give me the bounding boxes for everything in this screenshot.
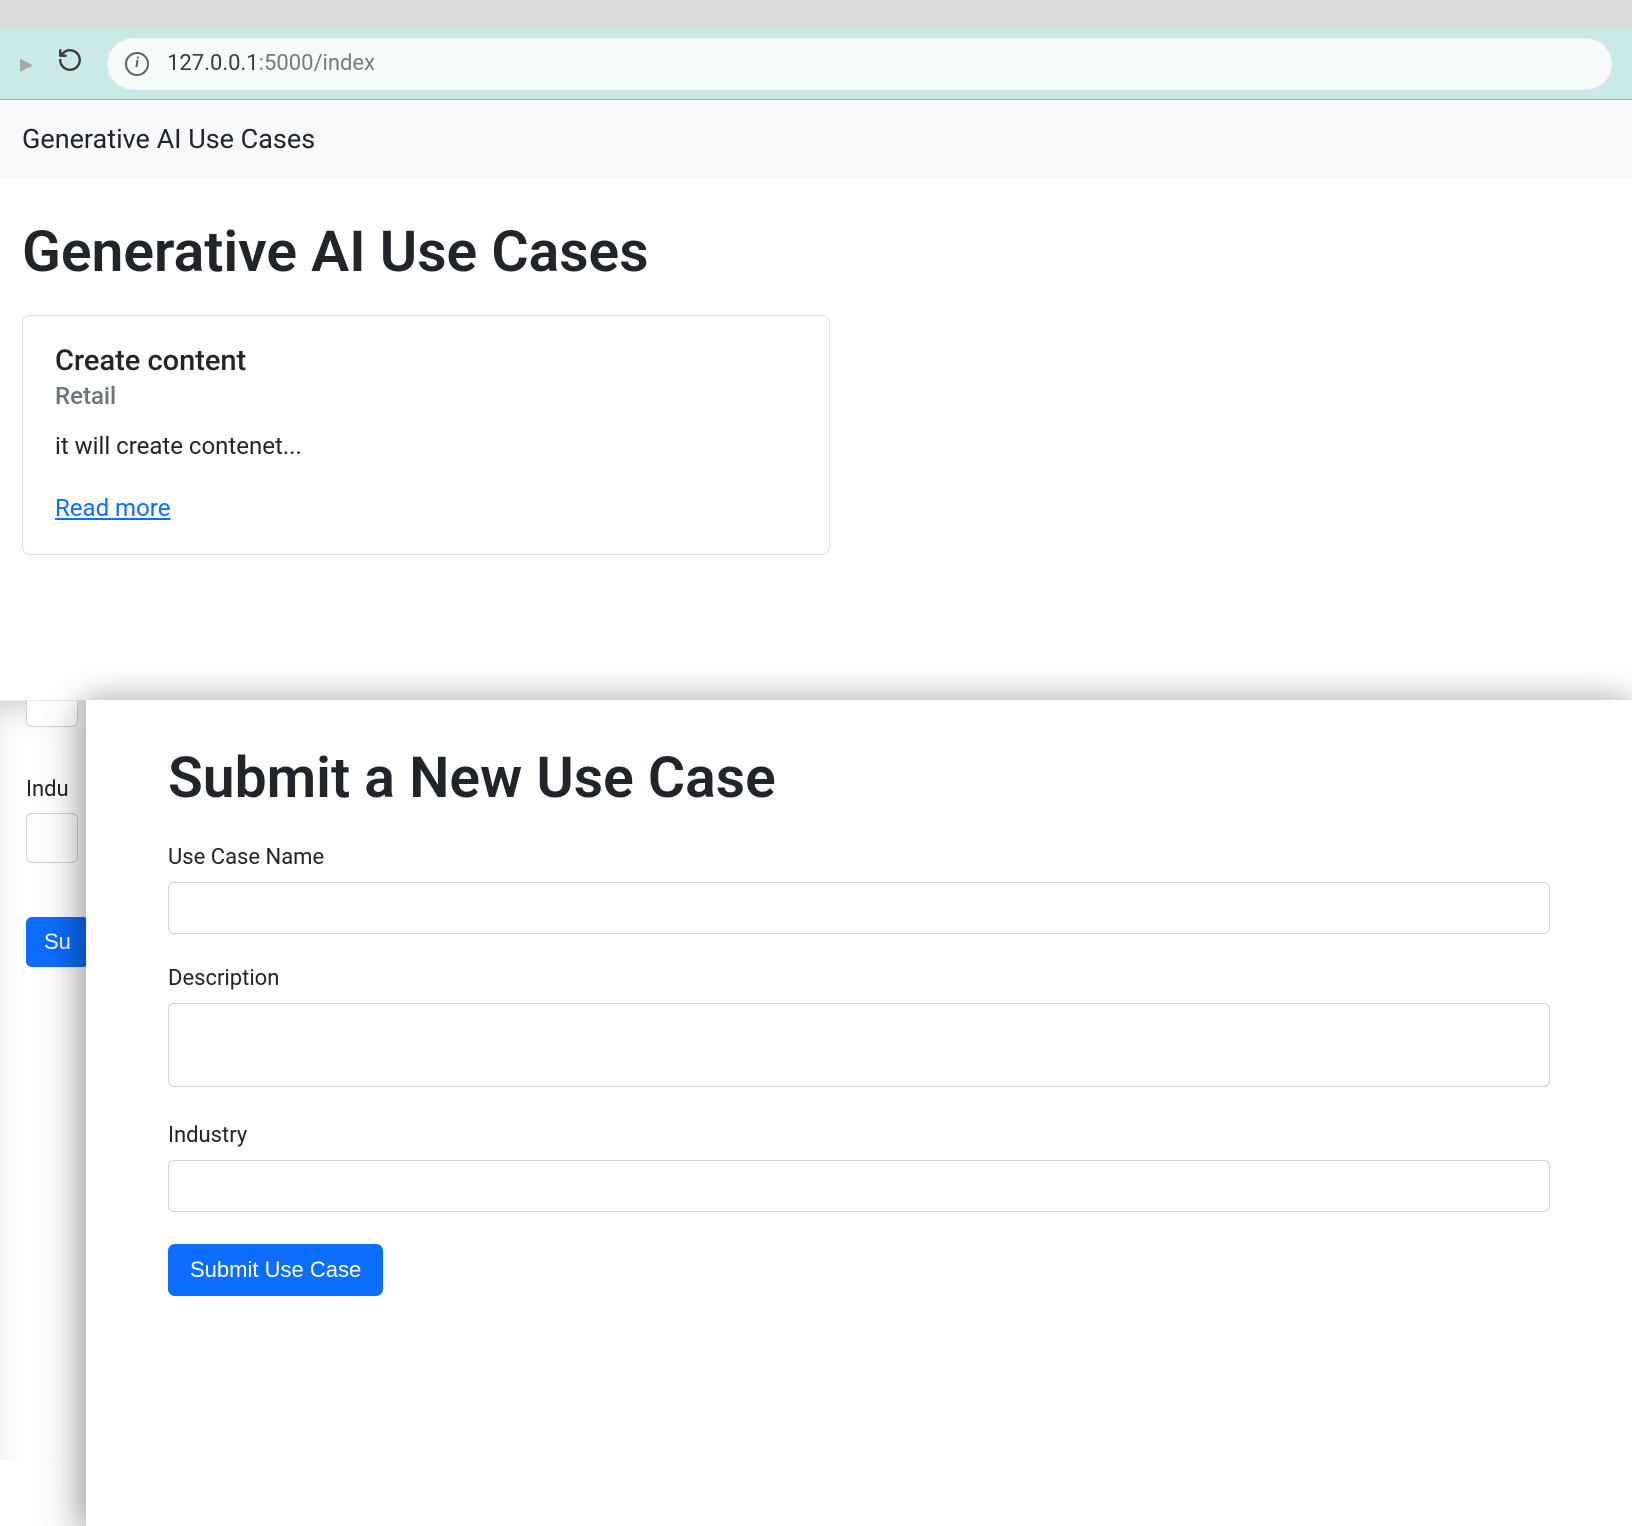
- reload-icon[interactable]: [57, 47, 83, 80]
- submit-use-case-panel: Submit a New Use Case Use Case Name Desc…: [86, 700, 1632, 1526]
- description-label: Description: [168, 966, 1550, 991]
- address-bar[interactable]: i 127.0.0.1:5000/index: [107, 38, 1612, 90]
- card-subtitle: Retail: [55, 382, 797, 410]
- name-input[interactable]: [168, 882, 1550, 934]
- read-more-link[interactable]: Read more: [55, 494, 170, 522]
- background-input-fragment-top: [26, 701, 78, 727]
- page-content: Generative AI Use Cases Create content R…: [0, 178, 1632, 577]
- site-info-icon[interactable]: i: [125, 52, 149, 76]
- url-host: 127.0.0.1: [167, 51, 259, 76]
- back-arrow-icon[interactable]: ▸: [20, 49, 33, 79]
- form-group-industry: Industry: [168, 1123, 1550, 1212]
- card-text: it will create contenet...: [55, 432, 797, 460]
- card-title: Create content: [55, 344, 797, 378]
- use-case-card: Create content Retail it will create con…: [22, 315, 830, 555]
- submit-use-case-button[interactable]: Submit Use Case: [168, 1244, 383, 1296]
- form-group-description: Description: [168, 966, 1550, 1091]
- browser-toolbar: ▸ i 127.0.0.1:5000/index: [0, 28, 1632, 100]
- url-path: :5000/index: [259, 51, 375, 76]
- browser-tab-strip: [0, 0, 1632, 28]
- modal-title: Submit a New Use Case: [168, 744, 1550, 811]
- description-input[interactable]: [168, 1003, 1550, 1087]
- page-title: Generative AI Use Cases: [22, 218, 1610, 285]
- navbar-brand[interactable]: Generative AI Use Cases: [22, 123, 315, 155]
- name-label: Use Case Name: [168, 845, 1550, 870]
- form-group-name: Use Case Name: [168, 845, 1550, 934]
- url-text: 127.0.0.1:5000/index: [167, 51, 375, 76]
- background-submit-button[interactable]: Su: [26, 917, 89, 967]
- background-industry-label: Indu: [26, 777, 69, 802]
- background-input-fragment: [26, 813, 78, 863]
- app-navbar: Generative AI Use Cases: [0, 100, 1632, 178]
- industry-label: Industry: [168, 1123, 1550, 1148]
- industry-input[interactable]: [168, 1160, 1550, 1212]
